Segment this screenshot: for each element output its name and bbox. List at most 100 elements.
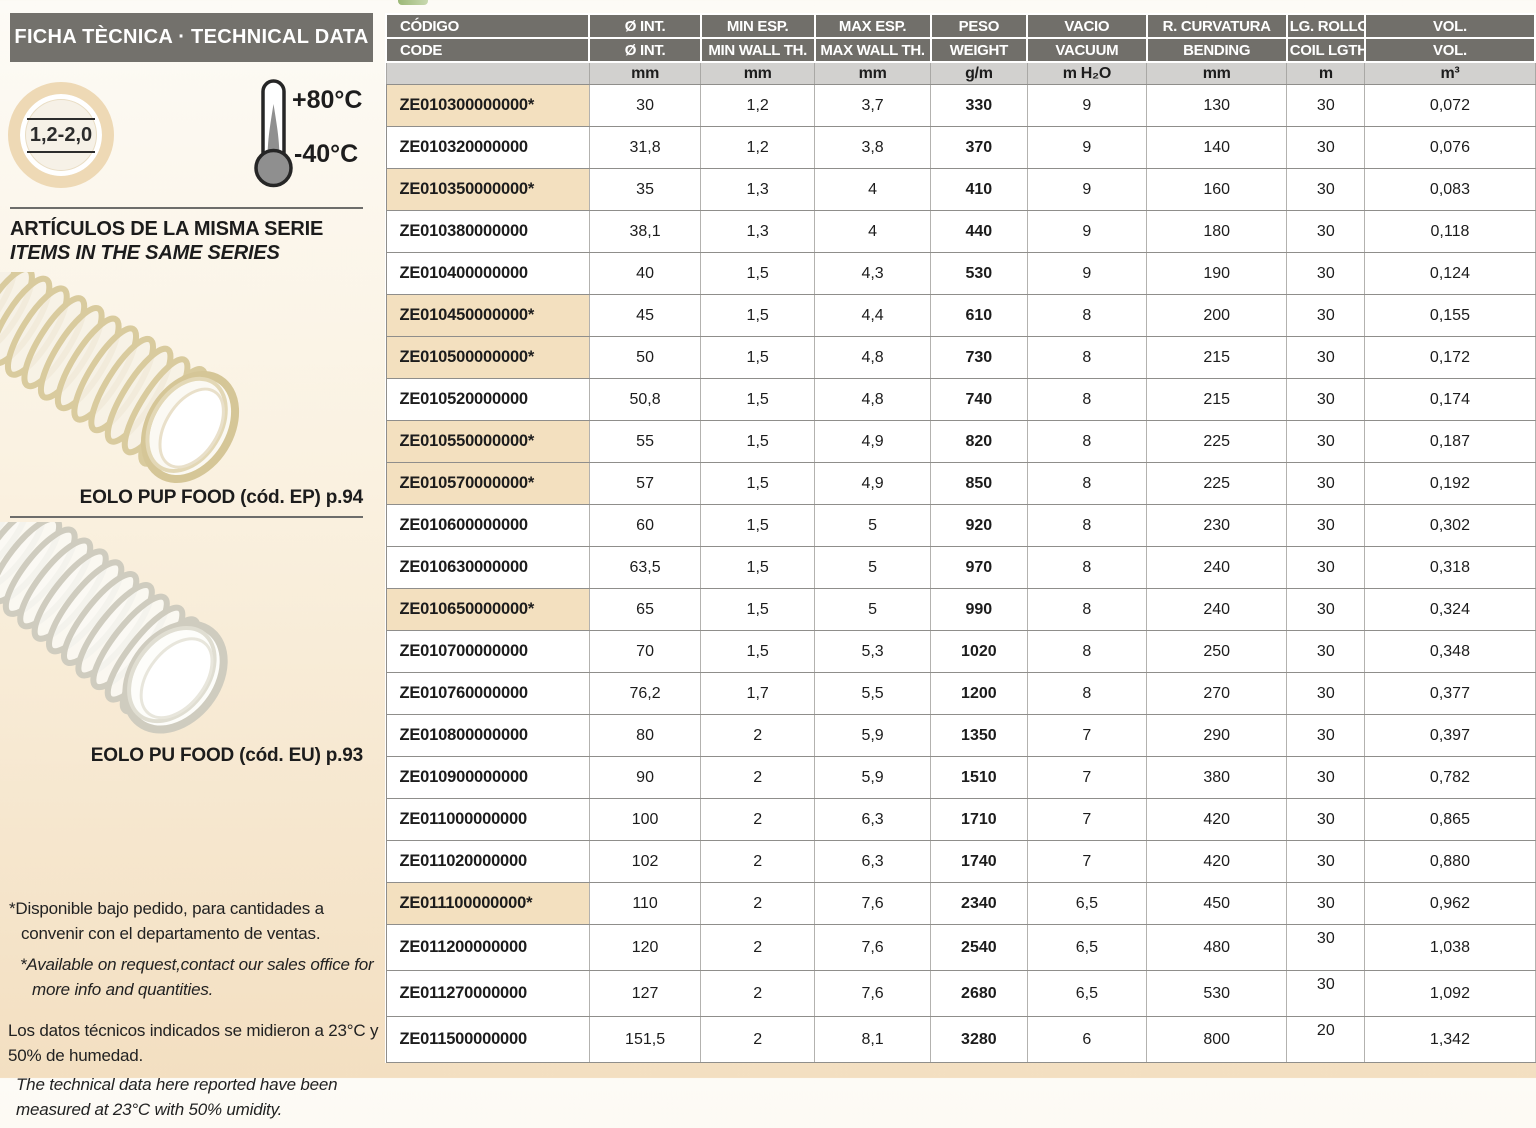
value-cell: 100 — [589, 799, 700, 841]
code-cell: ZE011200000000 — [386, 925, 589, 971]
value-cell: 6,3 — [815, 841, 931, 883]
value-cell: 920 — [931, 505, 1028, 547]
value-cell: 8 — [1027, 631, 1146, 673]
value-cell: 40 — [589, 253, 700, 295]
value-cell: 0,397 — [1365, 715, 1535, 757]
value-cell: 2 — [701, 799, 815, 841]
header-es-7: LG. ROLLO — [1287, 14, 1365, 38]
hose-cross-section-badge: 1,2-2,0 — [8, 82, 114, 188]
value-cell: 9 — [1027, 211, 1146, 253]
value-cell: 240 — [1147, 589, 1287, 631]
value-cell: 1,038 — [1365, 925, 1535, 971]
value-cell: 30 — [1287, 379, 1365, 421]
unit-cell-7: m — [1287, 62, 1365, 85]
header-es-0: CÓDIGO — [386, 14, 589, 38]
value-cell: 31,8 — [589, 127, 700, 169]
value-cell: 8 — [1027, 547, 1146, 589]
value-cell: 225 — [1147, 421, 1287, 463]
value-cell: 30 — [1287, 337, 1365, 379]
table-row: ZE010550000000*551,54,98208225300,187 — [386, 421, 1535, 463]
code-cell: ZE011100000000* — [386, 883, 589, 925]
value-cell: 2 — [701, 715, 815, 757]
value-cell: 1,5 — [701, 421, 815, 463]
table-row: ZE01063000000063,51,559708240300,318 — [386, 547, 1535, 589]
value-cell: 530 — [931, 253, 1028, 295]
value-cell: 7,6 — [815, 925, 931, 971]
value-cell: 0,324 — [1365, 589, 1535, 631]
value-cell: 30 — [1287, 841, 1365, 883]
value-cell: 410 — [931, 169, 1028, 211]
code-cell: ZE010320000000 — [386, 127, 589, 169]
value-cell: 1,5 — [701, 295, 815, 337]
thermometer-icon — [249, 78, 297, 188]
code-cell: ZE011270000000 — [386, 971, 589, 1017]
value-cell: 3280 — [931, 1017, 1028, 1063]
value-cell: 0,192 — [1365, 463, 1535, 505]
value-cell: 30 — [1287, 715, 1365, 757]
value-cell: 0,076 — [1365, 127, 1535, 169]
code-cell: ZE010700000000 — [386, 631, 589, 673]
code-cell: ZE010630000000 — [386, 547, 589, 589]
table-row: ZE01120000000012027,625406,5480301,038 — [386, 925, 1535, 971]
series-heading-es: ARTÍCULOS DE LA MISMA SERIE — [10, 218, 323, 241]
header-es-2: MIN ESP. — [701, 14, 815, 38]
header-en-2: MIN WALL TH. — [701, 38, 815, 62]
table-row: ZE01127000000012727,626806,5530301,092 — [386, 971, 1535, 1017]
temp-max-label: +80°C — [292, 86, 362, 115]
value-cell: 0,377 — [1365, 673, 1535, 715]
value-cell: 1,5 — [701, 253, 815, 295]
value-cell: 1,2 — [701, 85, 815, 127]
value-cell: 240 — [1147, 547, 1287, 589]
value-cell: 0,172 — [1365, 337, 1535, 379]
value-cell: 1,5 — [701, 379, 815, 421]
unit-cell-6: mm — [1147, 62, 1287, 85]
value-cell: 30 — [1287, 589, 1365, 631]
value-cell: 850 — [931, 463, 1028, 505]
value-cell: 102 — [589, 841, 700, 883]
value-cell: 1,5 — [701, 463, 815, 505]
unit-cell-8: m³ — [1365, 62, 1535, 85]
technical-data-table: CÓDIGOØ INT.MIN ESP.MAX ESP.PESOVACIOR. … — [385, 13, 1536, 1063]
value-cell: 1,3 — [701, 211, 815, 253]
value-cell: 8 — [1027, 421, 1146, 463]
unit-cell-1: mm — [589, 62, 700, 85]
units-row: mmmmmmg/mm H₂Ommmm³ — [386, 62, 1535, 85]
value-cell: 7,6 — [815, 971, 931, 1017]
value-cell: 800 — [1147, 1017, 1287, 1063]
header-es-5: VACIO — [1027, 14, 1146, 38]
value-cell: 2 — [701, 971, 815, 1017]
value-cell: 4,4 — [815, 295, 931, 337]
value-cell: 0,083 — [1365, 169, 1535, 211]
table-row: ZE0108000000008025,913507290300,397 — [386, 715, 1535, 757]
value-cell: 180 — [1147, 211, 1287, 253]
wall-thickness-value: 1,2-2,0 — [27, 118, 95, 153]
value-cell: 5 — [815, 505, 931, 547]
table-row: ZE01102000000010226,317407420300,880 — [386, 841, 1535, 883]
header-en-7: COIL LGTH. — [1287, 38, 1365, 62]
header-en-3: MAX WALL TH. — [815, 38, 931, 62]
value-cell: 440 — [931, 211, 1028, 253]
table-row: ZE010450000000*451,54,46108200300,155 — [386, 295, 1535, 337]
value-cell: 8 — [1027, 505, 1146, 547]
code-cell: ZE010650000000* — [386, 589, 589, 631]
footnotes: *Disponible bajo pedido, para cantidades… — [8, 896, 383, 1128]
value-cell: 1,5 — [701, 505, 815, 547]
table-row: ZE010600000000601,559208230300,302 — [386, 505, 1535, 547]
value-cell: 1740 — [931, 841, 1028, 883]
value-cell: 420 — [1147, 841, 1287, 883]
value-cell: 1710 — [931, 799, 1028, 841]
value-cell: 4,9 — [815, 463, 931, 505]
unit-cell-4: g/m — [931, 62, 1028, 85]
value-cell: 480 — [1147, 925, 1287, 971]
value-cell: 30 — [589, 85, 700, 127]
value-cell: 30 — [1287, 673, 1365, 715]
table-row: ZE01032000000031,81,23,83709140300,076 — [386, 127, 1535, 169]
leaf-icon — [398, 0, 428, 5]
unit-cell-5: m H₂O — [1027, 62, 1146, 85]
value-cell: 0,302 — [1365, 505, 1535, 547]
code-cell: ZE010520000000 — [386, 379, 589, 421]
header-row: CÓDIGOØ INT.MIN ESP.MAX ESP.PESOVACIOR. … — [386, 14, 1535, 38]
value-cell: 80 — [589, 715, 700, 757]
value-cell: 30 — [1287, 799, 1365, 841]
value-cell: 50 — [589, 337, 700, 379]
